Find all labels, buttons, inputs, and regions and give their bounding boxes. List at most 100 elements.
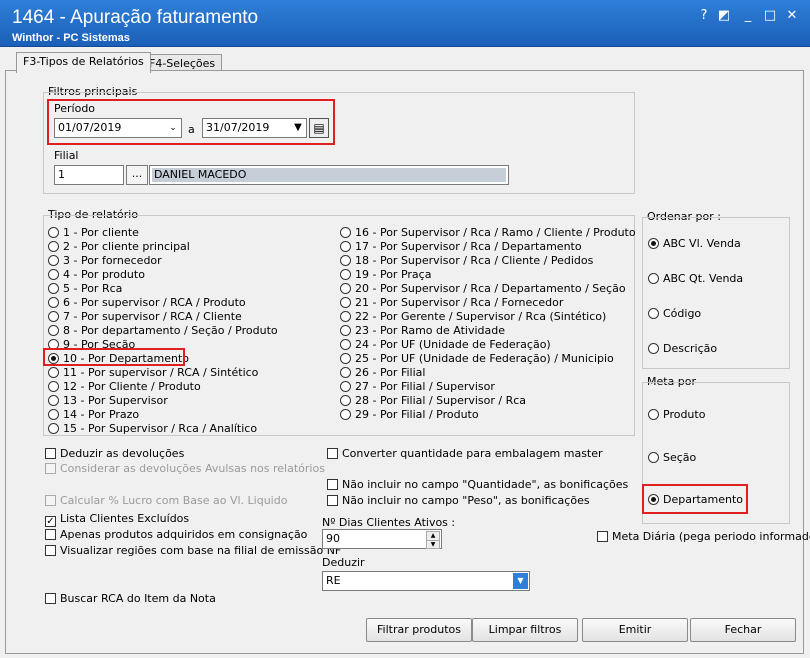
option-checkbox[interactable]: ✓ Lista Clientes Excluídos (45, 512, 189, 527)
limpar-filtros-button[interactable]: Limpar filtros (472, 618, 578, 642)
dias-field[interactable]: 90 ▲ ▼ (322, 529, 442, 549)
report-type-radio[interactable]: 28 - Por Filial / Supervisor / Rca (340, 394, 526, 408)
radio-dot[interactable] (48, 395, 59, 406)
checkbox-box[interactable] (45, 593, 56, 604)
radio-dot[interactable] (48, 367, 59, 378)
option-checkbox[interactable]: Não incluir no campo "Quantidade", as bo… (327, 478, 628, 492)
radio-dot[interactable] (340, 339, 351, 350)
report-type-radio[interactable]: 29 - Por Filial / Produto (340, 408, 479, 422)
meta-radio[interactable]: Produto (648, 408, 705, 422)
report-type-radio[interactable]: 15 - Por Supervisor / Rca / Analítico (48, 422, 257, 436)
radio-dot[interactable] (48, 381, 59, 392)
radio-dot[interactable] (48, 325, 59, 336)
option-checkbox[interactable]: Apenas produtos adquiridos em consignaçã… (45, 528, 307, 542)
report-type-radio[interactable]: 1 - Por cliente (48, 226, 139, 240)
calendar-icon[interactable]: ▤ (309, 118, 329, 138)
checkbox-box[interactable]: ✓ (45, 516, 56, 527)
checkbox-box[interactable] (45, 545, 56, 556)
radio-dot[interactable] (648, 343, 659, 354)
radio-dot[interactable] (340, 241, 351, 252)
report-type-radio[interactable]: 20 - Por Supervisor / Rca / Departamento… (340, 282, 626, 296)
restore-icon[interactable]: ◩ (716, 8, 732, 24)
radio-dot[interactable] (48, 283, 59, 294)
tab-tipos-relatorios[interactable]: F3-Tipos de Relatórios (16, 52, 151, 73)
report-type-radio[interactable]: 8 - Por departamento / Seção / Produto (48, 324, 278, 338)
minimize-icon[interactable]: _ (740, 8, 756, 24)
report-type-radio[interactable]: 3 - Por fornecedor (48, 254, 162, 268)
report-type-radio[interactable]: 25 - Por UF (Unidade de Federação) / Mun… (340, 352, 614, 366)
radio-dot[interactable] (340, 311, 351, 322)
report-type-radio[interactable]: 23 - Por Ramo de Atividade (340, 324, 505, 338)
chevron-down-icon[interactable]: ⌄ (165, 119, 181, 137)
report-type-radio[interactable]: 13 - Por Supervisor (48, 394, 168, 408)
radio-dot[interactable] (340, 255, 351, 266)
radio-dot[interactable] (340, 325, 351, 336)
dropdown-arrow-icon[interactable]: ▼ (513, 573, 528, 589)
radio-dot[interactable] (340, 297, 351, 308)
radio-dot[interactable] (340, 409, 351, 420)
fechar-button[interactable]: Fechar (690, 618, 796, 642)
report-type-radio[interactable]: 27 - Por Filial / Supervisor (340, 380, 495, 394)
report-type-radio[interactable]: 16 - Por Supervisor / Rca / Ramo / Clien… (340, 226, 636, 240)
radio-dot[interactable] (648, 238, 659, 249)
report-type-radio[interactable]: 11 - Por supervisor / RCA / Sintético (48, 366, 258, 380)
checkbox-box[interactable] (327, 448, 338, 459)
report-type-radio[interactable]: 5 - Por Rca (48, 282, 122, 296)
radio-dot[interactable] (648, 409, 659, 420)
checkbox-box[interactable] (597, 531, 608, 542)
report-type-radio[interactable]: 18 - Por Supervisor / Rca / Cliente / Pe… (340, 254, 593, 268)
radio-dot[interactable] (340, 367, 351, 378)
checkbox-box[interactable] (327, 495, 338, 506)
checkbox-box[interactable] (327, 479, 338, 490)
report-type-radio[interactable]: 4 - Por produto (48, 268, 145, 282)
radio-dot[interactable] (340, 353, 351, 364)
report-type-radio[interactable]: 19 - Por Praça (340, 268, 431, 282)
radio-dot[interactable] (48, 227, 59, 238)
report-type-radio[interactable]: 17 - Por Supervisor / Rca / Departamento (340, 240, 582, 254)
radio-dot[interactable] (48, 255, 59, 266)
ordenar-radio[interactable]: Código (648, 307, 701, 321)
radio-dot[interactable] (340, 283, 351, 294)
radio-dot[interactable] (340, 395, 351, 406)
filial-code-field[interactable]: 1 (54, 165, 124, 185)
report-type-radio[interactable]: 7 - Por supervisor / RCA / Cliente (48, 310, 242, 324)
radio-dot[interactable] (48, 311, 59, 322)
meta-radio[interactable]: Seção (648, 451, 696, 465)
report-type-radio[interactable]: 2 - Por cliente principal (48, 240, 190, 254)
date-to-field[interactable]: 31/07/2019 ▼ (202, 118, 307, 138)
help-icon[interactable]: ? (696, 8, 712, 24)
radio-dot[interactable] (48, 297, 59, 308)
radio-dot[interactable] (648, 273, 659, 284)
report-type-radio[interactable]: 14 - Por Prazo (48, 408, 139, 422)
radio-dot[interactable] (48, 241, 59, 252)
report-type-radio[interactable]: 26 - Por Filial (340, 366, 425, 380)
radio-dot[interactable] (648, 308, 659, 319)
filial-search-button[interactable]: ... (126, 165, 148, 185)
option-checkbox[interactable]: Visualizar regiões com base na filial de… (45, 544, 341, 558)
meta-diaria-checkbox[interactable]: Meta Diária (pega periodo informado) (597, 530, 810, 544)
dropdown-arrow-icon[interactable]: ▼ (290, 119, 306, 137)
deduzir-select[interactable]: RE ▼ (322, 571, 530, 591)
filtrar-produtos-button[interactable]: Filtrar produtos (366, 618, 472, 642)
radio-dot[interactable] (48, 269, 59, 280)
radio-dot[interactable] (48, 409, 59, 420)
report-type-radio[interactable]: 21 - Por Supervisor / Rca / Fornecedor (340, 296, 563, 310)
ordenar-radio[interactable]: Descrição (648, 342, 717, 356)
report-type-radio[interactable]: 12 - Por Cliente / Produto (48, 380, 201, 394)
radio-dot[interactable] (48, 423, 59, 434)
ordenar-radio[interactable]: ABC Vl. Venda (648, 237, 741, 251)
radio-dot[interactable] (340, 269, 351, 280)
report-type-radio[interactable]: 6 - Por supervisor / RCA / Produto (48, 296, 246, 310)
maximize-icon[interactable]: □ (762, 8, 778, 24)
option-checkbox[interactable]: Converter quantidade para embalagem mast… (327, 447, 603, 461)
radio-dot[interactable] (340, 227, 351, 238)
spin-down-icon[interactable]: ▼ (426, 540, 440, 549)
option-checkbox[interactable]: Não incluir no campo "Peso", as bonifica… (327, 494, 590, 508)
checkbox-box[interactable] (45, 448, 56, 459)
radio-dot[interactable] (340, 381, 351, 392)
checkbox-box[interactable] (45, 529, 56, 540)
close-icon[interactable]: ✕ (784, 8, 800, 24)
date-from-field[interactable]: 01/07/2019 ⌄ (54, 118, 182, 138)
emitir-button[interactable]: Emitir (582, 618, 688, 642)
option-checkbox[interactable]: Deduzir as devoluções (45, 447, 184, 461)
